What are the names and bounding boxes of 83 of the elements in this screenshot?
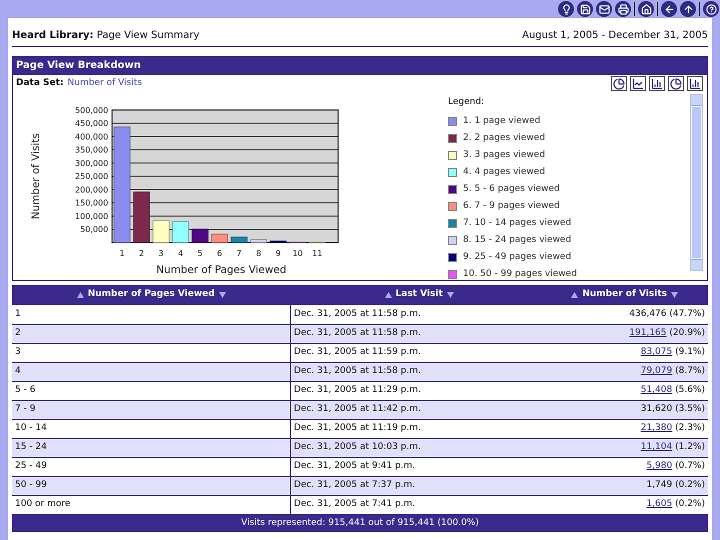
legend-label: 2. 2 pages viewed — [463, 132, 546, 145]
table-cell: Dec. 31, 2005 at 10:03 p.m. — [294, 442, 421, 452]
lightbulb-icon[interactable] — [558, 1, 574, 17]
table-cell: 1 — [15, 308, 21, 318]
table-cell: 100 or more — [15, 498, 70, 509]
panel-header: Page View Breakdown — [13, 56, 707, 75]
table-cell-text: (0.2%) — [674, 498, 705, 509]
table-cell: Dec. 31, 2005 at 11:42 p.m. — [294, 404, 421, 414]
home-icon[interactable] — [638, 1, 654, 17]
visits-link[interactable]: 5,980 — [646, 460, 672, 471]
sort-up-icon[interactable] — [571, 292, 578, 298]
legend-title: Legend: — [448, 96, 486, 109]
save-icon[interactable] — [577, 1, 593, 17]
table-cell: Dec. 31, 2005 at 11:58 p.m. — [294, 366, 421, 376]
table-cell: Dec. 31, 2005 at 7:37 p.m. — [294, 480, 416, 490]
legend-label: 7. 10 - 14 pages viewed — [463, 217, 572, 230]
column-header[interactable]: Last Visit — [396, 288, 443, 302]
table-cell: 25 - 49 — [15, 460, 47, 471]
bar-chart-icon[interactable] — [649, 76, 665, 91]
table-cell-text: (5.6%) — [674, 384, 705, 395]
mail-icon[interactable] — [596, 1, 612, 17]
table-cell: Dec. 31, 2005 at 11:58 p.m. — [294, 308, 421, 318]
visits-link[interactable]: 79,079 — [640, 366, 672, 376]
legend-label: 4. 4 pages viewed — [463, 166, 546, 179]
table-cell-text: (1.2%) — [674, 442, 705, 452]
sort-down-icon[interactable] — [218, 292, 226, 298]
legend-label: 3. 3 pages viewed — [463, 149, 546, 162]
visits-link[interactable]: 11,104 — [640, 442, 672, 452]
table-cell-text: (0.2%) — [674, 480, 705, 490]
sort-down-icon[interactable] — [671, 292, 678, 298]
legend-label: 6. 7 - 9 pages viewed — [463, 200, 560, 213]
table-cell: Dec. 31, 2005 at 11:19 p.m. — [294, 422, 421, 433]
legend-label: 8. 15 - 24 pages viewed — [463, 234, 572, 247]
table-cell-text: (9.1%) — [674, 346, 705, 357]
data-set-link[interactable]: Number of Visits — [68, 77, 142, 90]
print-icon[interactable] — [615, 1, 631, 17]
date-range: August 1, 2005 - December 31, 2005 — [522, 29, 708, 43]
table-cell: 10 - 14 — [15, 422, 47, 433]
report-title: Heard Library: Page View Summary — [12, 29, 200, 43]
sort-up-icon[interactable] — [384, 292, 392, 298]
table-cell: 2 — [15, 328, 21, 338]
data-set-label: Data Set: — [16, 77, 64, 90]
legend-label: 1. 1 page viewed — [463, 115, 540, 128]
y-axis-label: Number of Visits — [30, 132, 42, 219]
back-icon[interactable] — [661, 1, 677, 17]
legend-label: 10. 50 - 99 pages viewed — [463, 268, 577, 281]
x-axis-label: Number of Pages Viewed — [156, 263, 286, 276]
visits-link[interactable]: 21,380 — [640, 422, 672, 433]
legend-label: 9. 25 - 49 pages viewed — [463, 251, 572, 264]
sort-down-icon[interactable] — [446, 292, 454, 298]
table-cell-text: (3.5%) — [674, 404, 705, 414]
visits-link[interactable]: 191,165 — [629, 328, 666, 338]
table-cell: 15 - 24 — [15, 442, 47, 452]
bar-chart-icon[interactable] — [687, 76, 703, 91]
sort-up-icon[interactable] — [76, 292, 84, 298]
table-cell: Dec. 31, 2005 at 7:41 p.m. — [294, 498, 416, 509]
visits-link[interactable]: 83,075 — [640, 346, 672, 357]
column-header[interactable]: Number of Pages Viewed — [88, 288, 215, 302]
table-cell: 7 - 9 — [15, 404, 36, 414]
table-cell-text: (47.7%) — [668, 308, 705, 318]
table-cell: 50 - 99 — [15, 480, 47, 490]
table-cell: 3 — [15, 346, 21, 357]
legend-label: 5. 5 - 6 pages viewed — [463, 183, 560, 196]
up-icon[interactable] — [680, 1, 696, 17]
help-icon[interactable] — [703, 1, 719, 17]
table-cell: Dec. 31, 2005 at 11:59 p.m. — [294, 346, 421, 357]
table-cell: 5 - 6 — [15, 384, 36, 395]
table-cell-text: (2.3%) — [674, 422, 705, 433]
table-footer: Visits represented: 915,441 out of 915,441 (100.0%) — [241, 518, 479, 528]
visits-link[interactable]: 51,408 — [640, 384, 672, 395]
table-cell-text: (8.7%) — [674, 366, 705, 376]
table-cell: Dec. 31, 2005 at 9:41 p.m. — [294, 460, 416, 471]
visits-link[interactable]: 1,605 — [646, 498, 672, 509]
scrollbar[interactable] — [690, 94, 703, 271]
line-chart-icon[interactable] — [630, 76, 646, 91]
column-header[interactable]: Number of Visits — [582, 288, 667, 302]
table-cell-text: (20.9%) — [668, 328, 705, 338]
table-cell-text: (0.7%) — [674, 460, 705, 471]
pie-chart-icon[interactable] — [611, 76, 627, 91]
table-cell: Dec. 31, 2005 at 11:58 p.m. — [294, 328, 421, 338]
pie-chart-icon[interactable] — [668, 76, 684, 91]
table-cell: Dec. 31, 2005 at 11:29 p.m. — [294, 384, 421, 395]
table-cell: 4 — [15, 366, 21, 376]
